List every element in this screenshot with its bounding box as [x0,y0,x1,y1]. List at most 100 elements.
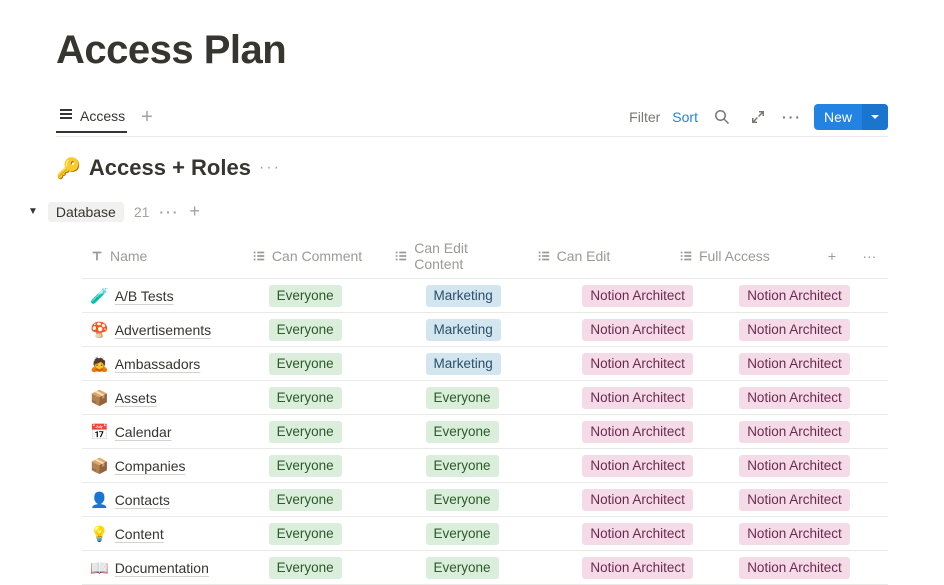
cell-can-comment[interactable]: Everyone [261,485,418,515]
table-row[interactable]: 💡ContentEveryoneEveryoneNotion Architect… [82,517,888,551]
list-icon [252,249,266,263]
cell-can-edit[interactable]: Notion Architect [574,553,731,583]
add-tab-button[interactable]: + [135,107,159,127]
tag-everyone: Everyone [269,421,342,443]
column-more-button[interactable]: ··· [851,234,888,278]
database-title-text: Access + Roles [89,155,251,181]
cell-can-edit-content[interactable]: Everyone [418,553,575,583]
tag-everyone: Everyone [426,421,499,443]
search-icon[interactable] [710,105,734,129]
cell-name[interactable]: 📖Documentation [82,555,261,581]
tag-notion-architect: Notion Architect [739,455,850,477]
cell-full-access[interactable]: Notion Architect [731,485,888,515]
tag-everyone: Everyone [426,557,499,579]
group-count: 21 [134,204,150,220]
cell-full-access[interactable]: Notion Architect [731,349,888,379]
tag-everyone: Everyone [269,523,342,545]
cell-can-edit-content[interactable]: Everyone [418,519,575,549]
cell-can-edit[interactable]: Notion Architect [574,315,731,345]
cell-name[interactable]: 🙇Ambassadors [82,351,261,377]
cell-full-access[interactable]: Notion Architect [731,417,888,447]
database-title[interactable]: 🔑 Access + Roles [56,155,251,181]
expand-icon[interactable] [746,105,770,129]
cell-full-access[interactable]: Notion Architect [731,553,888,583]
cell-can-comment[interactable]: Everyone [261,553,418,583]
cell-full-access[interactable]: Notion Architect [731,315,888,345]
row-emoji-icon: 👤 [90,491,109,509]
cell-name[interactable]: 👤Contacts [82,487,261,513]
cell-full-access[interactable]: Notion Architect [731,281,888,311]
cell-can-edit[interactable]: Notion Architect [574,485,731,515]
cell-can-comment[interactable]: Everyone [261,383,418,413]
tag-everyone: Everyone [269,455,342,477]
table-row[interactable]: 🧪A/B TestsEveryoneMarketing Notion Archit… [82,279,888,313]
tag-notion-architect: Notion Architect [739,353,850,375]
cell-can-comment[interactable]: Everyone [261,417,418,447]
column-header-name[interactable]: Name [82,234,244,278]
group-add-button[interactable]: + [189,201,200,222]
filter-button[interactable]: Filter [629,109,660,125]
cell-name[interactable]: 📦Assets [82,385,261,411]
tag-notion-architect: Notion Architect [739,387,850,409]
cell-can-edit-content[interactable]: Everyone [418,383,575,413]
cell-can-comment[interactable]: Everyone [261,451,418,481]
cell-can-edit[interactable]: Notion Architect [574,281,731,311]
list-icon [537,249,551,263]
cell-full-access[interactable]: Notion Architect [731,451,888,481]
cell-can-edit[interactable]: Notion Architect [574,383,731,413]
tab-access[interactable]: Access [56,100,127,133]
cell-name[interactable]: 🍄Advertisements [82,317,261,343]
cell-name[interactable]: 📅Calendar [82,419,261,445]
more-icon[interactable]: ··· [782,109,802,125]
group-toggle-icon[interactable]: ▼ [28,206,38,217]
cell-can-edit-content[interactable]: Marketing [418,281,575,311]
table-row[interactable]: 📦AssetsEveryoneEveryoneNotion ArchitectN… [82,381,888,415]
table-row[interactable]: 📖DocumentationEveryoneEveryoneNotion Arc… [82,551,888,585]
row-emoji-icon: 🧪 [90,287,109,305]
sort-button[interactable]: Sort [672,109,698,125]
cell-can-edit-content[interactable]: Marketing [418,349,575,379]
table-row[interactable]: 📅Calendar Everyone Everyone Notion Architec… [82,415,888,449]
new-button[interactable]: New [814,104,888,130]
column-header-can-edit-content[interactable]: Can Edit Content [386,234,528,278]
new-button-label: New [814,104,862,130]
cell-can-edit-content[interactable]: Everyone [418,417,575,447]
tag-notion-architect: Notion Architect [582,285,693,307]
table-row[interactable]: 🍄AdvertisementsEveryoneMarketingNotion A… [82,313,888,347]
table-row[interactable]: 🙇AmbassadorsEveryone Marketing Notion Arch… [82,347,888,381]
tabs-bar: Access + Filter Sort ··· New [56,97,888,137]
cell-full-access[interactable]: Notion Architect [731,383,888,413]
tag-marketing: Marketing [426,353,501,375]
database-more-icon[interactable]: ··· [259,159,281,177]
group-header: ▼ Database 21 ··· + [28,201,888,222]
row-name-text: Companies [115,458,186,474]
cell-can-edit-content[interactable]: Everyone [418,485,575,515]
group-more-icon[interactable]: ··· [159,204,179,220]
group-label[interactable]: Database [48,202,124,222]
cell-can-edit[interactable]: Notion Architect [574,417,731,447]
chevron-down-icon[interactable] [862,104,888,130]
cell-can-edit[interactable]: Notion Architect [574,451,731,481]
cell-can-comment[interactable]: Everyone [261,349,418,379]
tag-notion-architect: Notion Architect [739,319,850,341]
row-emoji-icon: 📦 [90,389,109,407]
cell-can-edit-content[interactable]: Everyone [418,451,575,481]
cell-name[interactable]: 🧪A/B Tests [82,283,261,309]
column-header-full-access[interactable]: Full Access [671,234,813,278]
cell-name[interactable]: 💡Content [82,521,261,547]
table-row[interactable]: 📦CompaniesEveryoneEveryoneNotion Archite… [82,449,888,483]
cell-can-edit[interactable]: Notion Architect [574,349,731,379]
cell-can-comment[interactable]: Everyone [261,519,418,549]
cell-can-edit[interactable]: Notion Architect [574,519,731,549]
cell-can-comment[interactable]: Everyone [261,315,418,345]
cell-name[interactable]: 📦Companies [82,453,261,479]
row-emoji-icon: 💡 [90,525,109,543]
column-header-can-comment[interactable]: Can Comment [244,234,386,278]
cell-can-comment[interactable]: Everyone [261,281,418,311]
cell-full-access[interactable]: Notion Architect [731,519,888,549]
tag-notion-architect: Notion Architect [739,285,850,307]
add-column-button[interactable]: + [813,234,850,278]
cell-can-edit-content[interactable]: Marketing [418,315,575,345]
table-row[interactable]: 👤ContactsEveryoneEveryoneNotion Architec… [82,483,888,517]
column-header-can-edit[interactable]: Can Edit [529,234,671,278]
